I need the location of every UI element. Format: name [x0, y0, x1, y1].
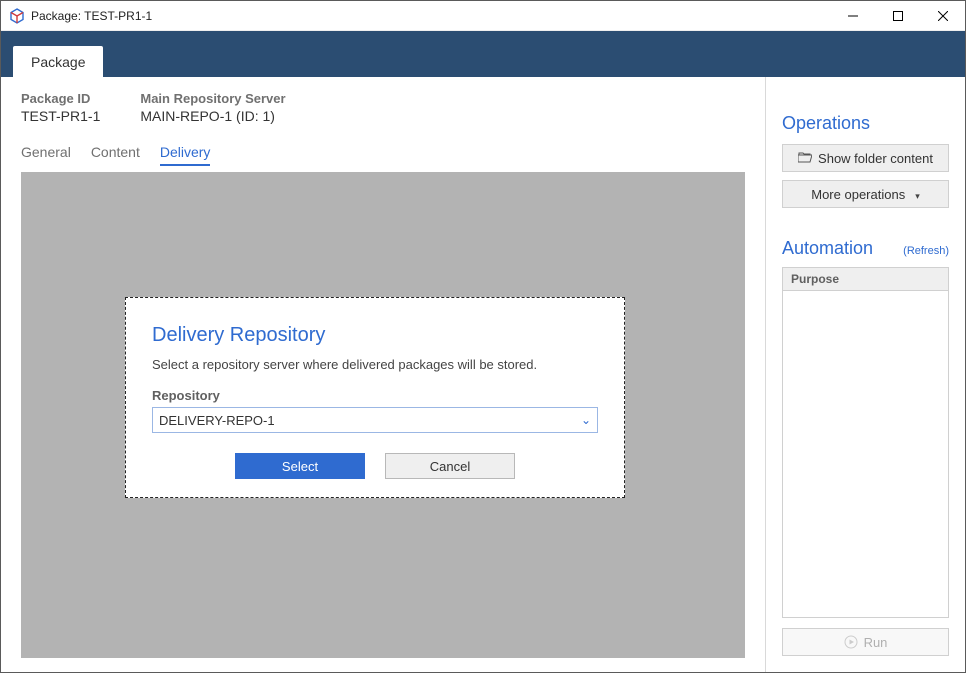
show-folder-content-button[interactable]: Show folder content [782, 144, 949, 172]
header-band: Package [1, 31, 965, 77]
package-id-label: Package ID [21, 91, 100, 106]
refresh-link[interactable]: (Refresh) [903, 245, 949, 257]
cancel-button[interactable]: Cancel [385, 453, 515, 479]
minimize-button[interactable] [830, 1, 875, 31]
package-id-block: Package ID TEST-PR1-1 [21, 91, 100, 124]
window-title: Package: TEST-PR1-1 [31, 9, 152, 23]
play-icon [844, 635, 858, 649]
content-row: Package ID TEST-PR1-1 Main Repository Se… [1, 77, 965, 672]
automation-grid-body [782, 291, 949, 618]
automation-grid-header: Purpose [782, 267, 949, 291]
delivery-repository-dialog: Delivery Repository Select a repository … [125, 297, 625, 498]
repository-select-value: DELIVERY-REPO-1 [159, 413, 275, 428]
show-folder-label: Show folder content [818, 151, 933, 166]
folder-open-icon [798, 151, 812, 166]
select-button[interactable]: Select [235, 453, 365, 479]
automation-heading: Automation [782, 238, 873, 259]
tab-delivery[interactable]: Delivery [160, 144, 211, 166]
tab-general[interactable]: General [21, 144, 71, 166]
main-repo-label: Main Repository Server [140, 91, 285, 106]
more-operations-button[interactable]: More operations [782, 180, 949, 208]
more-operations-label: More operations [811, 187, 905, 202]
caret-down-icon [911, 187, 920, 202]
repository-label: Repository [152, 388, 598, 403]
tab-package[interactable]: Package [13, 46, 103, 78]
chevron-down-icon: ⌄ [581, 413, 591, 427]
close-button[interactable] [920, 1, 965, 31]
window-controls [830, 1, 965, 31]
maximize-button[interactable] [875, 1, 920, 31]
left-pane: Package ID TEST-PR1-1 Main Repository Se… [1, 77, 765, 672]
run-button[interactable]: Run [782, 628, 949, 656]
tab-content[interactable]: Content [91, 144, 140, 166]
titlebar: Package: TEST-PR1-1 [1, 1, 965, 31]
dialog-title: Delivery Repository [152, 324, 598, 347]
repository-select[interactable]: DELIVERY-REPO-1 ⌄ [152, 407, 598, 433]
column-purpose: Purpose [791, 272, 839, 286]
main-repo-value: MAIN-REPO-1 (ID: 1) [140, 108, 285, 124]
automation-header: Automation (Refresh) [782, 238, 949, 259]
right-pane: Operations Show folder content More oper… [765, 77, 965, 672]
package-id-value: TEST-PR1-1 [21, 108, 100, 124]
inner-tabs: General Content Delivery [21, 144, 765, 166]
dialog-buttons: Select Cancel [152, 453, 598, 479]
meta-row: Package ID TEST-PR1-1 Main Repository Se… [21, 91, 765, 124]
app-icon [9, 8, 25, 24]
main-repo-block: Main Repository Server MAIN-REPO-1 (ID: … [140, 91, 285, 124]
package-window: Package: TEST-PR1-1 Package Package ID T… [0, 0, 966, 673]
run-label: Run [864, 635, 888, 650]
dialog-description: Select a repository server where deliver… [152, 357, 598, 372]
delivery-tab-body: Delivery Repository Select a repository … [21, 172, 745, 658]
operations-heading: Operations [782, 113, 949, 134]
